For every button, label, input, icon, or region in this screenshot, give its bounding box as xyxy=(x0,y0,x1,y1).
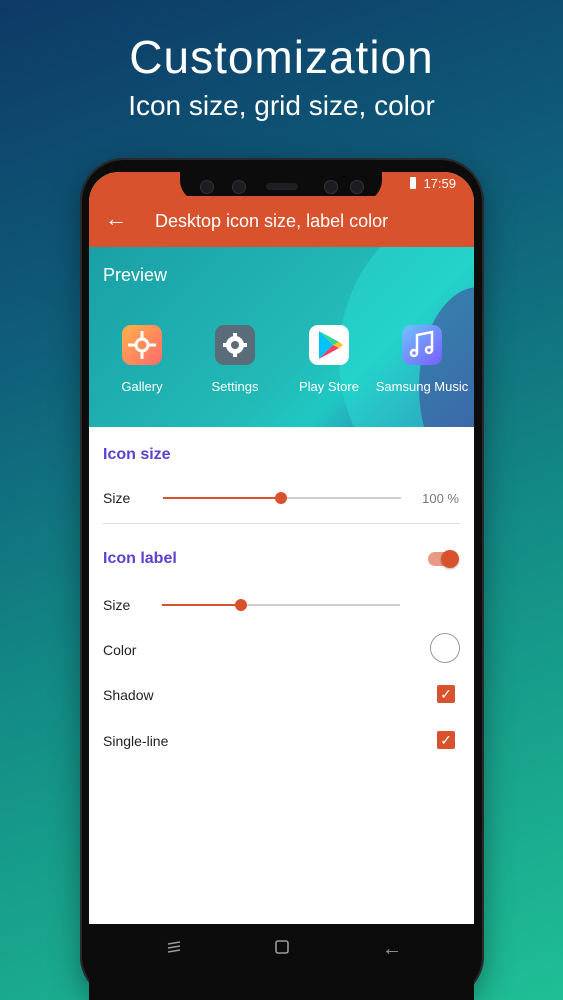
label-size-label: Size xyxy=(103,597,131,613)
sensor-icon xyxy=(232,180,246,194)
preview-panel: Preview Gallery Settings Play Store Sams… xyxy=(89,247,474,427)
app-bar: ← Desktop icon size, label color xyxy=(89,196,474,247)
preview-app-settings: Settings xyxy=(185,325,285,394)
home-icon[interactable] xyxy=(273,938,291,962)
settings-icon xyxy=(215,325,255,365)
gallery-icon xyxy=(122,325,162,365)
app-label: Gallery xyxy=(121,379,163,394)
status-time: 17:59 xyxy=(423,176,456,191)
preview-app-gallery: Gallery xyxy=(92,325,192,394)
page-title: Desktop icon size, label color xyxy=(155,211,389,231)
phone-screen: 17:59 ← Desktop icon size, label color P… xyxy=(89,172,474,1000)
promo-subtitle: Icon size, grid size, color xyxy=(128,90,435,121)
shadow-checkbox[interactable]: ✓ xyxy=(437,685,455,703)
app-label: Samsung Music xyxy=(375,379,469,394)
recents-icon[interactable] xyxy=(165,938,183,962)
promo-title: Customization xyxy=(129,31,434,83)
app-label: Settings xyxy=(211,379,259,394)
single-line-checkbox[interactable]: ✓ xyxy=(437,731,455,749)
icon-size-value: 100 % xyxy=(422,491,459,506)
shadow-label: Shadow xyxy=(103,687,154,703)
single-line-label: Single-line xyxy=(103,733,169,749)
icon-label-section-title: Icon label xyxy=(103,550,177,567)
color-swatch[interactable] xyxy=(430,633,460,663)
back-arrow-icon[interactable]: ← xyxy=(105,206,127,232)
samsung-music-icon xyxy=(402,325,442,365)
slider-thumb[interactable] xyxy=(235,599,247,611)
front-camera-icon xyxy=(200,180,214,194)
color-label: Color xyxy=(103,642,137,658)
app-label: Play Store xyxy=(299,379,359,394)
slider-fill xyxy=(163,497,281,499)
sensor-icon xyxy=(350,180,364,194)
preview-label: Preview xyxy=(103,265,168,285)
icon-size-label: Size xyxy=(103,490,131,506)
toggle-thumb[interactable] xyxy=(441,550,459,568)
navigation-bar: ← xyxy=(89,924,474,1000)
earpiece-speaker xyxy=(266,183,298,190)
back-icon[interactable]: ← xyxy=(382,938,402,961)
preview-app-play-store: Play Store xyxy=(279,325,379,394)
icon-size-section-title: Icon size xyxy=(103,446,171,463)
battery-icon xyxy=(410,177,416,189)
divider xyxy=(103,523,460,524)
preview-app-samsung-music: Samsung Music xyxy=(372,325,472,394)
sensor-icon xyxy=(324,180,338,194)
slider-thumb[interactable] xyxy=(275,492,287,504)
play-store-icon xyxy=(309,325,349,365)
slider-fill xyxy=(162,604,241,606)
